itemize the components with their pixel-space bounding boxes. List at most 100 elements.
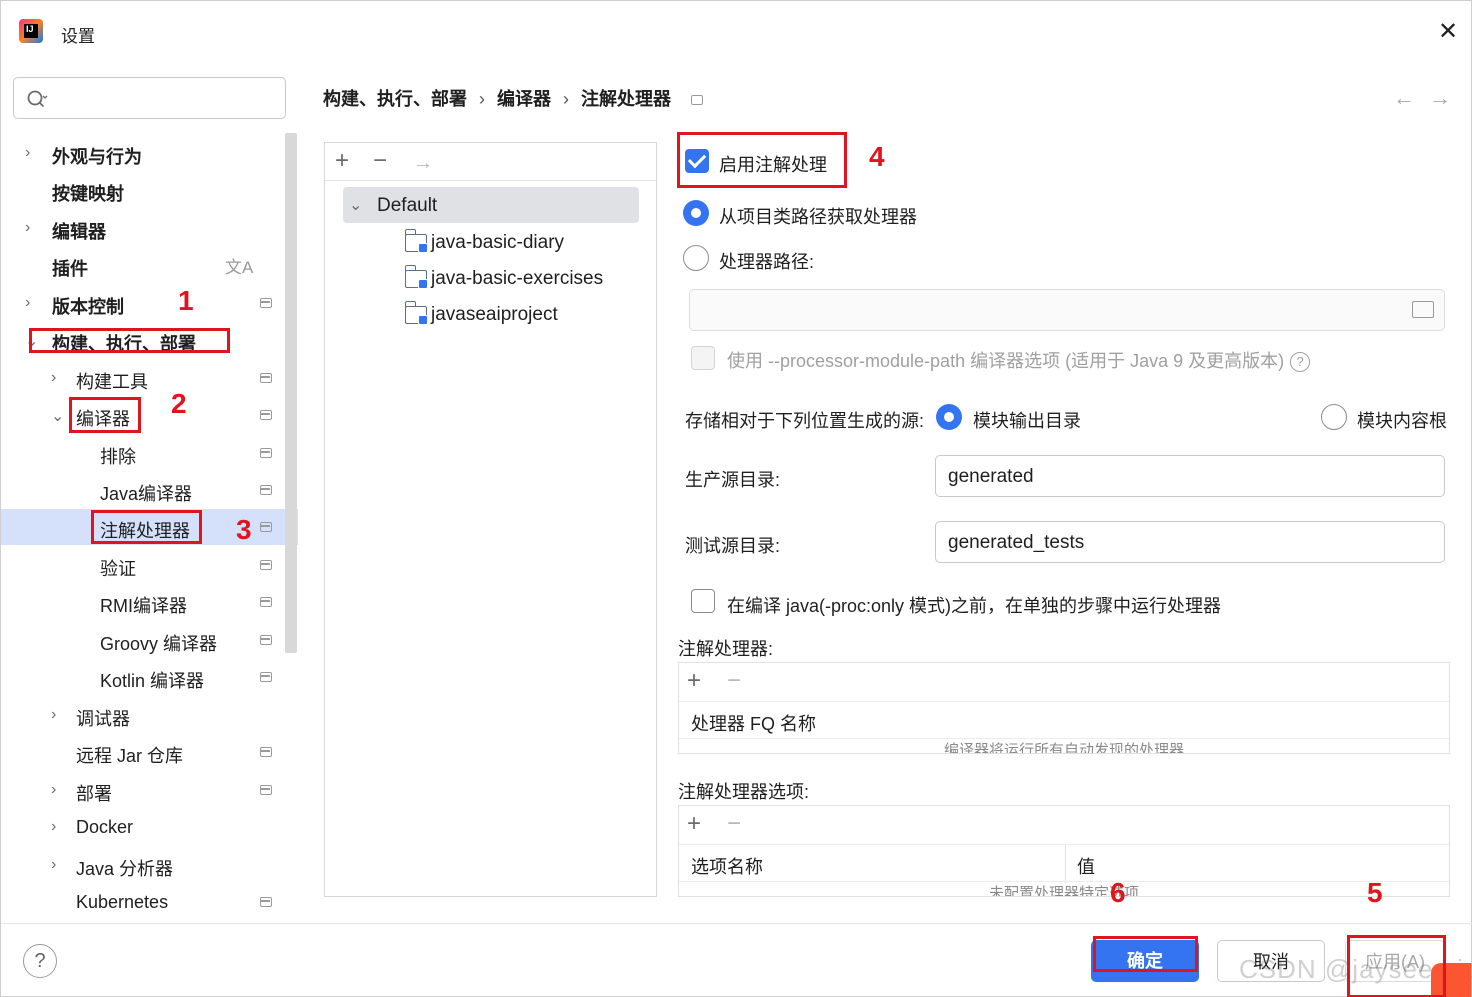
profile-default[interactable]: ⌄ Default: [343, 187, 639, 223]
help-button[interactable]: ?: [23, 944, 57, 978]
breadcrumb-separator: ›: [563, 89, 569, 109]
sidebar-item-label: 远程 Jar 仓库: [76, 746, 184, 766]
breadcrumb: 构建、执行、部署 › 编译器 › 注解处理器: [323, 85, 703, 111]
annotation-box: [69, 397, 141, 433]
chevron-right-icon[interactable]: ›: [51, 706, 56, 724]
project-scope-icon: [260, 485, 272, 495]
add-processor-button[interactable]: +: [687, 669, 701, 693]
project-scope-icon: [260, 373, 272, 383]
annotation-box: [1093, 936, 1198, 972]
sidebar-item-java-profiler[interactable]: › Java 分析器: [1, 847, 298, 883]
sidebar-item-rmi-compiler[interactable]: RMI编译器: [1, 584, 298, 620]
remove-processor-button[interactable]: −: [727, 669, 741, 693]
production-sources-input[interactable]: generated: [935, 455, 1445, 497]
project-scope-icon: [260, 672, 272, 682]
chevron-right-icon[interactable]: ›: [25, 294, 30, 312]
sidebar-item-debugger[interactable]: › 调试器: [1, 697, 298, 733]
column-header[interactable]: 值: [1077, 853, 1095, 879]
sidebar-item-docker[interactable]: › Docker: [1, 809, 298, 845]
sidebar-scrollbar[interactable]: [285, 133, 297, 653]
sidebar-item-excludes[interactable]: 排除: [1, 435, 298, 471]
empty-table-text: 编译器将运行所有自动发现的处理器: [943, 742, 1184, 753]
add-option-button[interactable]: +: [687, 812, 701, 836]
remove-profile-button[interactable]: −: [373, 149, 387, 173]
folder-icon[interactable]: [1412, 301, 1434, 318]
sidebar-item-kubernetes[interactable]: Kubernetes: [1, 884, 298, 920]
back-arrow-icon[interactable]: ←: [1393, 85, 1429, 110]
chevron-right-icon[interactable]: ›: [51, 856, 56, 874]
chevron-right-icon[interactable]: ›: [51, 369, 56, 387]
options-table: + − 选项名称 值 未配置处理器特定选项: [678, 805, 1450, 897]
test-sources-input[interactable]: generated_tests: [935, 521, 1445, 563]
chevron-right-icon[interactable]: ›: [25, 144, 30, 162]
search-input[interactable]: [13, 77, 286, 119]
chevron-right-icon[interactable]: ›: [25, 219, 30, 237]
sidebar-item-vcs[interactable]: › 版本控制: [1, 285, 298, 321]
content-root-label: 模块内容根: [1357, 411, 1447, 431]
processor-module-path-label: 使用 --processor-module-path 编译器选项 (适用于 Ja…: [727, 351, 1285, 371]
run-separately-checkbox[interactable]: [691, 589, 715, 613]
sidebar-item-compiler[interactable]: ⌄ 编译器: [1, 397, 298, 433]
run-separately-label: 在编译 java(-proc:only 模式)之前，在单独的步骤中运行处理器: [727, 596, 1222, 616]
profiles-panel: + − → ⌄ Default java-basic-diary java-ba…: [324, 142, 657, 897]
sidebar-item-plugins[interactable]: 插件 文A: [1, 247, 298, 283]
processors-table: + − 处理器 FQ 名称 编译器将运行所有自动发现的处理器: [678, 662, 1450, 754]
sidebar-item-build-tools[interactable]: › 构建工具: [1, 360, 298, 396]
breadcrumb-item[interactable]: 构建、执行、部署: [323, 85, 467, 111]
forward-arrow-icon[interactable]: →: [1429, 85, 1465, 110]
processor-path-radio[interactable]: [683, 245, 709, 271]
close-icon[interactable]: ✕: [1433, 17, 1463, 47]
sidebar-item-label: Kubernetes: [76, 892, 169, 912]
obtain-from-classpath-radio[interactable]: [683, 200, 709, 226]
processor-module-path-checkbox[interactable]: [691, 346, 715, 370]
profiles-toolbar: + − →: [325, 143, 656, 181]
sidebar-item-label: 编辑器: [52, 222, 106, 242]
sidebar-item-remote-jar[interactable]: 远程 Jar 仓库: [1, 734, 298, 770]
sidebar-item-appearance[interactable]: › 外观与行为: [1, 135, 298, 171]
sidebar-item-validation[interactable]: 验证: [1, 547, 298, 583]
search-field[interactable]: [58, 86, 278, 110]
sidebar-item-java-compiler[interactable]: Java编译器: [1, 472, 298, 508]
chevron-right-icon[interactable]: ›: [51, 781, 56, 799]
sidebar-item-deployment[interactable]: › 部署: [1, 772, 298, 808]
settings-dialog: IJ 设置 ✕ › 外观与行为 按键映射 › 编辑器 插件 文A › 版本控制 …: [0, 0, 1472, 997]
sidebar-item-label: Java编译器: [100, 484, 193, 504]
chevron-down-icon[interactable]: ⌄: [51, 406, 64, 426]
column-header[interactable]: 处理器 FQ 名称: [691, 710, 816, 736]
help-icon[interactable]: ?: [1290, 352, 1311, 373]
project-scope-icon: [260, 298, 272, 308]
chevron-down-icon[interactable]: ⌄: [349, 195, 362, 215]
module-item[interactable]: java-basic-diary: [403, 225, 653, 261]
sidebar-item-keymap[interactable]: 按键映射: [1, 172, 298, 208]
column-divider[interactable]: [1065, 845, 1066, 883]
annotation-number: 2: [171, 388, 187, 419]
sidebar-item-label: 插件: [52, 259, 88, 279]
chevron-right-icon[interactable]: ›: [51, 818, 56, 836]
project-scope-icon: [691, 95, 703, 106]
add-profile-button[interactable]: +: [335, 149, 349, 173]
breadcrumb-item: 注解处理器: [581, 89, 671, 109]
sidebar-item-kotlin-compiler[interactable]: Kotlin 编译器: [1, 659, 298, 695]
sidebar-item-label: Docker: [76, 817, 134, 837]
processor-path-field[interactable]: [689, 289, 1445, 331]
column-header[interactable]: 选项名称: [691, 853, 763, 879]
module-folder-icon: [404, 229, 428, 253]
module-item[interactable]: java-basic-exercises: [403, 261, 653, 297]
module-label: java-basic-diary: [431, 232, 565, 253]
translate-icon: 文A: [225, 258, 254, 277]
sidebar-item-editor[interactable]: › 编辑器: [1, 210, 298, 246]
processor-module-path-option: 使用 --processor-module-path 编译器选项 (适用于 Ja…: [727, 347, 1311, 373]
move-to-profile-button[interactable]: →: [413, 151, 433, 175]
content-root-radio[interactable]: [1321, 404, 1347, 430]
module-output-label: 模块输出目录: [973, 411, 1081, 431]
module-output-radio[interactable]: [936, 404, 962, 430]
project-scope-icon: [260, 410, 272, 420]
module-item[interactable]: javaseaiproject: [403, 297, 653, 333]
sidebar-item-groovy-compiler[interactable]: Groovy 编译器: [1, 622, 298, 658]
breadcrumb-item[interactable]: 编译器: [497, 85, 551, 111]
sidebar-item-label: 外观与行为: [52, 147, 142, 167]
project-scope-icon: [260, 448, 272, 458]
processors-table-title: 注解处理器:: [678, 639, 774, 659]
remove-option-button[interactable]: −: [727, 812, 741, 836]
options-table-header: 选项名称 值: [679, 844, 1449, 883]
